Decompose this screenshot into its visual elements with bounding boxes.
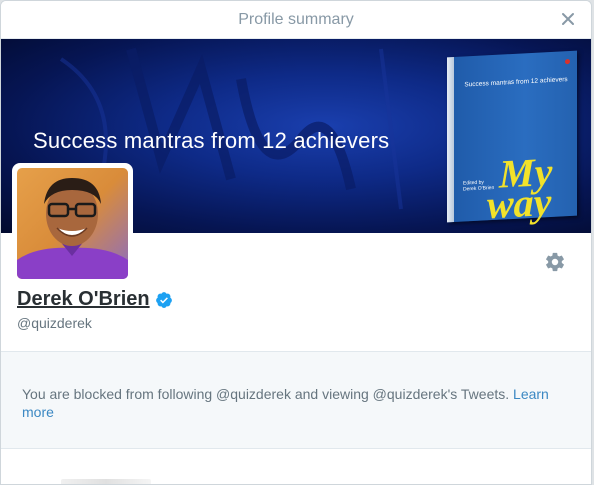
banner-headline: Success mantras from 12 achievers (33, 128, 390, 153)
blocked-notice-text: You are blocked from following @quizdere… (22, 385, 567, 421)
avatar-image (17, 168, 128, 279)
blocked-message: You are blocked from following @quizdere… (22, 386, 510, 402)
gear-icon[interactable] (544, 251, 566, 273)
close-icon[interactable] (559, 10, 577, 28)
book-subtitle: Success mantras from 12 achievers (464, 76, 568, 89)
profile-name-row: Derek O'Brien (17, 288, 173, 311)
book-spine (447, 57, 454, 223)
profile-summary-modal: Profile summary Success mantras from 12 … (0, 0, 592, 485)
modal-header: Profile summary (1, 1, 591, 39)
partially-visible-content (61, 479, 151, 484)
book-publisher-logo (565, 58, 570, 65)
modal-title: Profile summary (238, 10, 354, 28)
profile-handle: @quizderek (17, 315, 92, 331)
book-title-line2: way (487, 178, 552, 228)
avatar[interactable] (12, 163, 133, 284)
book-cover-image: Success mantras from 12 achievers Edited… (447, 50, 577, 227)
book-title: My way (487, 149, 552, 227)
profile-name-link[interactable]: Derek O'Brien (17, 288, 150, 311)
blocked-notice-panel: You are blocked from following @quizdere… (1, 351, 591, 449)
verified-badge-icon (155, 291, 172, 308)
